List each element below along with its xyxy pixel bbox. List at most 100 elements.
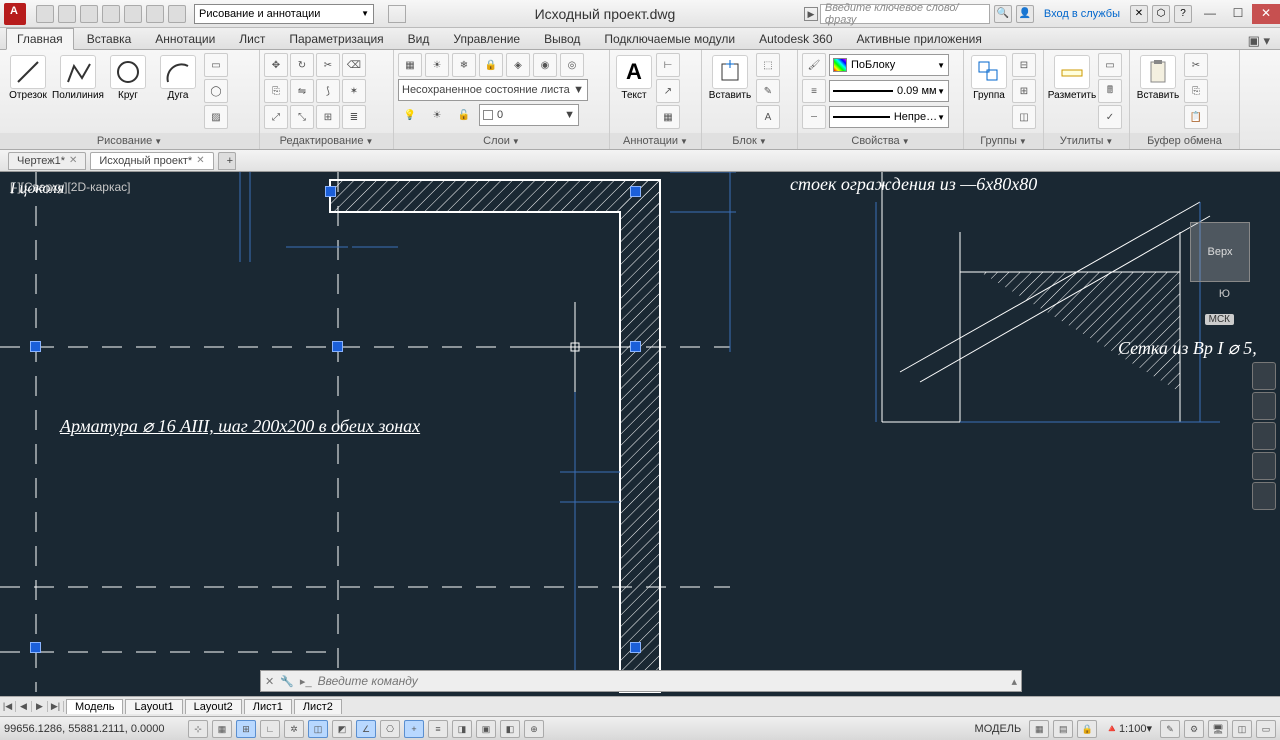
tab-insert[interactable]: Вставка — [76, 28, 143, 49]
arc-button[interactable]: Дуга — [154, 53, 202, 101]
panel-utils-title[interactable]: Утилиты▼ — [1044, 133, 1129, 149]
layer-props-icon[interactable]: ▦ — [398, 53, 422, 77]
lineweight-icon[interactable]: ≡ — [802, 79, 826, 103]
hatch-icon[interactable]: ▨ — [204, 105, 228, 129]
cut-icon[interactable]: ✂ — [1184, 53, 1208, 77]
text-button[interactable]: A Текст — [614, 53, 654, 101]
measure-button[interactable]: Разметить — [1048, 53, 1096, 101]
nav-zoom-icon[interactable] — [1252, 422, 1276, 450]
fillet-icon[interactable]: ⟆ — [316, 79, 340, 103]
stretch-icon[interactable]: ⤢ — [264, 105, 288, 129]
maximize-button[interactable]: ☐ — [1224, 4, 1252, 24]
tab-home[interactable]: Главная — [6, 28, 74, 50]
rotate-icon[interactable]: ↻ — [290, 53, 314, 77]
status-3dosnap-icon[interactable]: ◩ — [332, 720, 352, 738]
help-icon[interactable]: ? — [1174, 5, 1192, 23]
print-icon[interactable] — [124, 5, 142, 23]
workspace-selector[interactable]: Рисование и аннотации ▼ — [194, 4, 374, 24]
tab-view[interactable]: Вид — [397, 28, 441, 49]
grip[interactable] — [30, 642, 41, 653]
status-polar-icon[interactable]: ✲ — [284, 720, 304, 738]
grip[interactable] — [630, 186, 641, 197]
ungroup-icon[interactable]: ⊟ — [1012, 53, 1036, 77]
ellipse-icon[interactable]: ◯ — [204, 79, 228, 103]
paste-button[interactable]: Вставить — [1134, 53, 1182, 101]
lineweight-combo[interactable]: 0.09 мм▼ — [829, 80, 949, 102]
status-tpy-icon[interactable]: ◨ — [452, 720, 472, 738]
tab-plugins[interactable]: Подключаемые модули — [593, 28, 746, 49]
linetype-combo[interactable]: Непре…▼ — [829, 106, 949, 128]
status-quickview-icon[interactable]: ▤ — [1053, 720, 1073, 738]
copy-clip-icon[interactable]: ⎘ — [1184, 79, 1208, 103]
clean-icon[interactable]: ✓ — [1098, 105, 1122, 129]
polyline-button[interactable]: Полилиния — [54, 53, 102, 101]
command-input[interactable] — [318, 674, 1006, 688]
status-hw-icon[interactable]: 🖥 — [1208, 720, 1228, 738]
undo-icon[interactable] — [146, 5, 164, 23]
grip[interactable] — [325, 186, 336, 197]
infocenter-icon[interactable]: 🔍 — [994, 5, 1012, 23]
layer-current-combo[interactable]: 0▼ — [479, 104, 579, 126]
new-icon[interactable] — [36, 5, 54, 23]
layer-bulb-icon[interactable]: 💡 — [398, 103, 422, 127]
tab-parametric[interactable]: Параметризация — [278, 28, 394, 49]
ribbon-camera-icon[interactable]: ▣ ▾ — [1248, 33, 1270, 49]
group-button[interactable]: Группа — [968, 53, 1010, 101]
layout-first-icon[interactable]: |◀ — [0, 701, 16, 712]
status-sc-icon[interactable]: ◧ — [500, 720, 520, 738]
leader-icon[interactable]: ↗ — [656, 79, 680, 103]
status-ducs-icon[interactable]: ⎔ — [380, 720, 400, 738]
close-icon[interactable]: ✕ — [69, 155, 77, 166]
trim-icon[interactable]: ✂ — [316, 53, 340, 77]
grip[interactable] — [630, 642, 641, 653]
status-annoscale-icon[interactable]: 🔒 — [1077, 720, 1097, 738]
layer-state-combo[interactable]: Несохраненное состояние листа▼ — [398, 79, 588, 101]
table-icon[interactable]: ▦ — [656, 105, 680, 129]
status-iso-icon[interactable]: ◫ — [1232, 720, 1252, 738]
panel-groups-title[interactable]: Группы▼ — [964, 133, 1043, 149]
layer-off-icon[interactable]: ☀ — [425, 53, 449, 77]
status-lwt-icon[interactable]: ≡ — [428, 720, 448, 738]
linetype-icon[interactable]: ┄ — [802, 105, 826, 129]
insert-block-button[interactable]: Вставить — [706, 53, 754, 101]
tab-express[interactable]: Активные приложения — [846, 28, 993, 49]
status-grid-icon[interactable]: ⊞ — [236, 720, 256, 738]
signin-link[interactable]: Вход в службы — [1044, 8, 1120, 20]
status-qp-icon[interactable]: ▣ — [476, 720, 496, 738]
erase-icon[interactable]: ⌫ — [342, 53, 366, 77]
close-button[interactable]: ✕ — [1252, 4, 1280, 24]
status-snap-icon[interactable]: ▦ — [212, 720, 232, 738]
app-logo-icon[interactable] — [4, 3, 26, 25]
layout-next-icon[interactable]: ▶ — [32, 701, 48, 712]
array-icon[interactable]: ⊞ — [316, 105, 340, 129]
panel-block-title[interactable]: Блок▼ — [702, 133, 797, 149]
match-props-icon[interactable]: 🖌 — [802, 53, 826, 77]
cmd-history-icon[interactable]: ▴ — [1011, 675, 1017, 688]
nav-wheel-icon[interactable] — [1252, 362, 1276, 390]
doctab-drawing1[interactable]: Чертеж1*✕ — [8, 152, 86, 170]
rect-icon[interactable]: ▭ — [204, 53, 228, 77]
layout-layout1[interactable]: Layout1 — [125, 699, 182, 714]
copy-icon[interactable]: ⎘ — [264, 79, 288, 103]
move-icon[interactable]: ✥ — [264, 53, 288, 77]
status-ortho-icon[interactable]: ∟ — [260, 720, 280, 738]
doctab-new[interactable]: + — [218, 152, 236, 170]
drawing-canvas[interactable]: [-][Сверху][2D-каркас] I цоколя Арматура… — [0, 172, 1280, 696]
tab-sheet[interactable]: Лист — [228, 28, 276, 49]
create-block-icon[interactable]: ⬚ — [756, 53, 780, 77]
open-icon[interactable] — [58, 5, 76, 23]
qat-dropdown-icon[interactable] — [388, 5, 406, 23]
group-edit-icon[interactable]: ⊞ — [1012, 79, 1036, 103]
panel-layers-title[interactable]: Слои▼ — [394, 133, 609, 149]
mirror-icon[interactable]: ⇋ — [290, 79, 314, 103]
status-annovis-icon[interactable]: ✎ — [1160, 720, 1180, 738]
layer-match-icon[interactable]: ◎ — [560, 53, 584, 77]
layer-iso-icon[interactable]: ◈ — [506, 53, 530, 77]
user-icon[interactable]: 👤 — [1016, 5, 1034, 23]
viewcube[interactable]: Верх — [1190, 222, 1250, 282]
status-infer-icon[interactable]: ⊹ — [188, 720, 208, 738]
stay-connected-icon[interactable]: ⬡ — [1152, 5, 1170, 23]
layout-layout2[interactable]: Layout2 — [185, 699, 242, 714]
status-space-label[interactable]: МОДЕЛЬ — [971, 723, 1026, 735]
cmd-wrench-icon[interactable]: 🔧 — [280, 675, 294, 688]
